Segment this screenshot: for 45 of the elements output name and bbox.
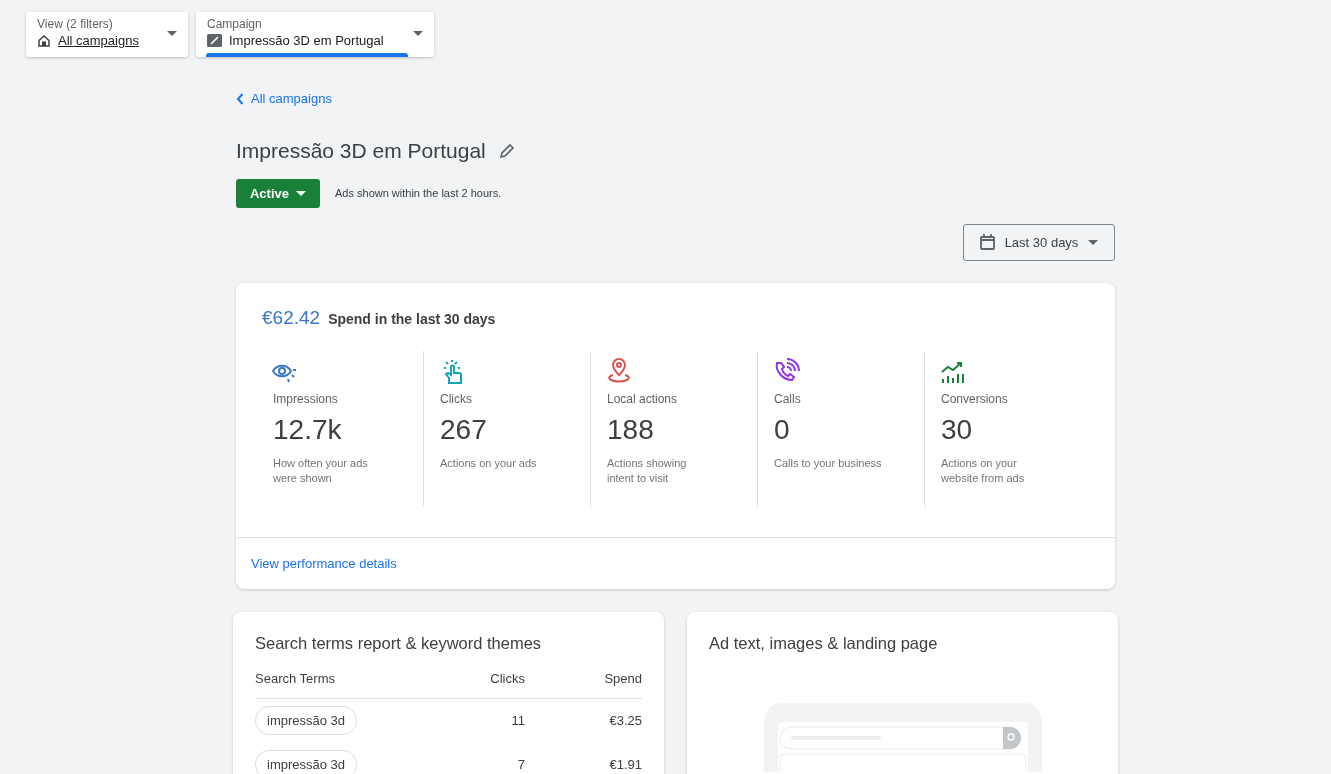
filter-dropdown[interactable]: View (2 filters) All campaigns [26, 12, 188, 57]
metric-description: Actions on your website from ads [941, 455, 1026, 486]
metric-label: Conversions [941, 391, 1008, 406]
table-cell: 7 [517, 757, 525, 772]
table-cell: €3.25 [609, 713, 642, 728]
metric-label: Local actions [607, 391, 678, 406]
campaign-icon [207, 34, 222, 47]
performance-details-link[interactable]: View performance details [251, 555, 397, 571]
metric-description: Actions on your ads [440, 455, 538, 471]
spend-label: Spend in the last 30 days [328, 310, 496, 327]
table-cell: €1.91 [609, 757, 642, 772]
status-note: Ads shown within the last 2 hours. [335, 187, 502, 199]
chevron-left-icon [236, 92, 244, 105]
pencil-icon[interactable] [497, 141, 516, 160]
filter-dropdown[interactable]: Campaign Impressão 3D em Portugal [196, 12, 434, 57]
card-title: Ad text, images & landing page [709, 633, 938, 653]
metric-label: Clicks [440, 391, 472, 406]
caret-icon [1088, 239, 1099, 245]
metric-value: 12.7k [273, 413, 342, 446]
column-header: Clicks [490, 670, 525, 686]
campaign-title: Impressão 3D em Portugal [236, 138, 486, 163]
home-icon [37, 33, 51, 48]
column-header: Spend [604, 670, 642, 686]
table-cell: 11 [511, 713, 525, 728]
metric-description: Actions showing intent to visit [607, 455, 688, 486]
caret-icon [413, 31, 423, 36]
calendar-icon [979, 234, 995, 250]
metric-description: Calls to your business [774, 455, 882, 471]
search-term-chip[interactable]: impressão 3d [255, 706, 358, 735]
card-title: Search terms report & keyword themes [255, 633, 543, 653]
column-header: Search Terms [255, 670, 336, 686]
back-link[interactable]: All campaigns [236, 91, 332, 106]
caret-icon [167, 31, 177, 36]
metric-value: 30 [941, 413, 973, 446]
status-dropdown[interactable]: Active [236, 178, 320, 208]
metric-value: 0 [774, 413, 790, 446]
date-range-dropdown[interactable]: Last 30 days [963, 223, 1115, 261]
metric-description: How often your ads were shown [273, 455, 369, 486]
metric-value: 267 [440, 413, 487, 446]
search-term-chip[interactable]: impressão 3d [255, 750, 358, 774]
caret-icon [296, 190, 306, 196]
metric-label: Impressions [273, 391, 338, 406]
metric-value: 188 [607, 413, 654, 446]
spend-amount: €62.42 [262, 306, 321, 329]
metric-label: Calls [774, 391, 801, 406]
